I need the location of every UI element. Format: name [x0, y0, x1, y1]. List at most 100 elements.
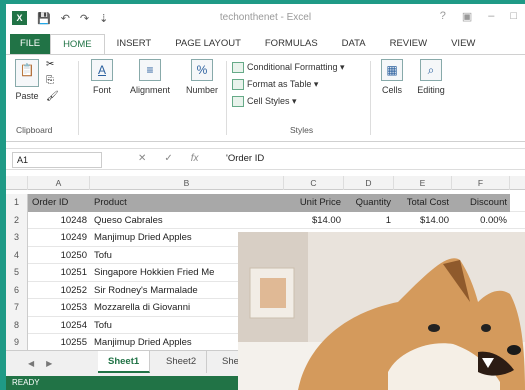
cells-label: Cells — [381, 85, 402, 95]
font-label: Font — [92, 85, 111, 95]
row-number[interactable]: 4 — [6, 246, 28, 264]
table-cell[interactable]: 10249 — [28, 229, 90, 247]
cells-icon: ▦ — [381, 59, 403, 81]
conditional-formatting-label: Conditional Formatting ▾ — [247, 62, 345, 72]
ribbon: 📋 Paste ✂ ⎘ 🖌 Clipboard A Font ≡ Alignme… — [6, 54, 525, 142]
tab-view[interactable]: VIEW — [439, 34, 487, 54]
table-cell[interactable]: Queso Cabrales — [90, 212, 284, 230]
styles-group-label: Styles — [290, 125, 314, 135]
cell-styles-button[interactable]: Cell Styles ▾ — [232, 93, 366, 110]
row-number[interactable]: 1 — [6, 194, 28, 212]
ribbon-tabs: FILE HOME INSERT PAGE LAYOUT FORMULAS DA… — [6, 34, 525, 54]
divider — [226, 61, 227, 135]
format-as-table-icon — [232, 79, 244, 90]
cell-styles-label: Cell Styles ▾ — [247, 96, 297, 106]
tab-data[interactable]: DATA — [330, 34, 378, 54]
insert-function-icon[interactable]: fx — [191, 153, 199, 164]
cancel-icon[interactable]: ✕ — [138, 153, 146, 164]
format-painter-icon[interactable]: 🖌 — [46, 91, 59, 102]
doge-photo — [238, 232, 525, 390]
cells-button[interactable]: ▦ Cells — [378, 59, 406, 95]
conditional-formatting-button[interactable]: Conditional Formatting ▾ — [232, 59, 366, 76]
table-cell[interactable]: 10252 — [28, 282, 90, 300]
column-header-e[interactable]: E — [394, 176, 452, 190]
header-cell[interactable]: Order ID — [28, 194, 90, 212]
tab-home[interactable]: HOME — [50, 34, 105, 54]
editing-label: Editing — [417, 85, 445, 95]
copy-icon[interactable]: ⎘ — [46, 75, 59, 86]
number-button[interactable]: % Number — [182, 59, 222, 95]
tab-formulas[interactable]: FORMULAS — [253, 34, 330, 54]
table-cell[interactable]: $14.00 — [394, 212, 452, 230]
table-cell[interactable]: 10254 — [28, 317, 90, 335]
divider — [78, 61, 79, 135]
column-header-a[interactable]: A — [28, 176, 90, 190]
maximize-button[interactable]: □ — [510, 10, 517, 23]
clipboard-icon: 📋 — [15, 59, 39, 87]
row-number[interactable]: 6 — [6, 281, 28, 299]
table-cell[interactable]: 10251 — [28, 264, 90, 282]
format-as-table-label: Format as Table ▾ — [247, 79, 319, 89]
row-number[interactable]: 2 — [6, 211, 28, 229]
column-header-d[interactable]: D — [344, 176, 394, 190]
tab-file[interactable]: FILE — [10, 34, 51, 54]
sheet-tab-sheet1[interactable]: Sheet1 — [98, 351, 151, 373]
title-bar: X 💾 ↶ ↷ ⇣ techonthenet - Excel ? ▣ – □ — [6, 4, 525, 32]
enter-icon[interactable]: ✓ — [164, 153, 172, 164]
table-cell[interactable]: 0.00% — [452, 212, 510, 230]
tab-insert[interactable]: INSERT — [105, 34, 164, 54]
column-header-b[interactable]: B — [90, 176, 284, 190]
table-row: 1 Order ID Product Unit Price Quantity T… — [6, 194, 525, 212]
next-sheet-icon[interactable]: ▶ — [46, 359, 52, 368]
header-cell[interactable]: Discount — [452, 194, 510, 212]
paste-button[interactable]: 📋 Paste — [12, 59, 42, 101]
table-cell[interactable]: 10248 — [28, 212, 90, 230]
header-cell[interactable]: Product — [90, 194, 284, 212]
paste-label: Paste — [15, 91, 39, 101]
tab-page-layout[interactable]: PAGE LAYOUT — [163, 34, 253, 54]
name-box[interactable]: A1 — [12, 152, 102, 168]
divider — [370, 61, 371, 135]
column-header-c[interactable]: C — [284, 176, 344, 190]
row-number[interactable]: 7 — [6, 299, 28, 317]
formula-input[interactable]: 'Order ID — [226, 153, 264, 164]
format-as-table-button[interactable]: Format as Table ▾ — [232, 76, 366, 93]
row-number[interactable]: 5 — [6, 264, 28, 282]
minimize-button[interactable]: – — [488, 10, 494, 23]
row-number[interactable]: 8 — [6, 316, 28, 334]
font-button[interactable]: A Font — [86, 59, 118, 95]
header-cell[interactable]: Total Cost — [394, 194, 452, 212]
styles-group: Conditional Formatting ▾ Format as Table… — [232, 59, 366, 110]
window-controls: ? ▣ – □ — [440, 10, 517, 23]
clipboard-group-label: Clipboard — [16, 125, 53, 135]
header-cell[interactable]: Quantity — [344, 194, 394, 212]
alignment-button[interactable]: ≡ Alignment — [124, 59, 176, 95]
table-cell[interactable]: 10250 — [28, 247, 90, 265]
cut-icon[interactable]: ✂ — [46, 59, 59, 70]
conditional-formatting-icon — [232, 62, 244, 73]
help-button[interactable]: ? — [440, 10, 446, 23]
cell-styles-icon — [232, 96, 244, 107]
table-cell[interactable]: 1 — [344, 212, 394, 230]
formula-bar: A1 ✕ ✓ fx 'Order ID — [6, 148, 525, 170]
sheet-tab-sheet2[interactable]: Sheet2 — [156, 351, 208, 373]
table-row: 2 10248 Queso Cabrales $14.00 1 $14.00 0… — [6, 211, 525, 230]
binoculars-icon: ⌕ — [420, 59, 442, 81]
percent-icon: % — [191, 59, 213, 81]
row-number[interactable]: 9 — [6, 334, 28, 352]
column-header-f[interactable]: F — [452, 176, 510, 190]
font-icon: A — [91, 59, 113, 81]
prev-sheet-icon[interactable]: ◀ — [28, 359, 34, 368]
table-cell[interactable]: 10255 — [28, 334, 90, 352]
table-cell[interactable]: $14.00 — [284, 212, 344, 230]
tab-review[interactable]: REVIEW — [378, 34, 439, 54]
ribbon-display-button[interactable]: ▣ — [462, 10, 472, 23]
table-cell[interactable]: 10253 — [28, 299, 90, 317]
select-all-corner[interactable] — [6, 176, 28, 190]
alignment-label: Alignment — [129, 85, 171, 95]
editing-button[interactable]: ⌕ Editing — [412, 59, 450, 95]
header-cell[interactable]: Unit Price — [284, 194, 344, 212]
clipboard-tools: ✂ ⎘ 🖌 — [46, 59, 59, 102]
sheet-nav: ◀ ▶ — [28, 359, 52, 368]
row-number[interactable]: 3 — [6, 229, 28, 247]
